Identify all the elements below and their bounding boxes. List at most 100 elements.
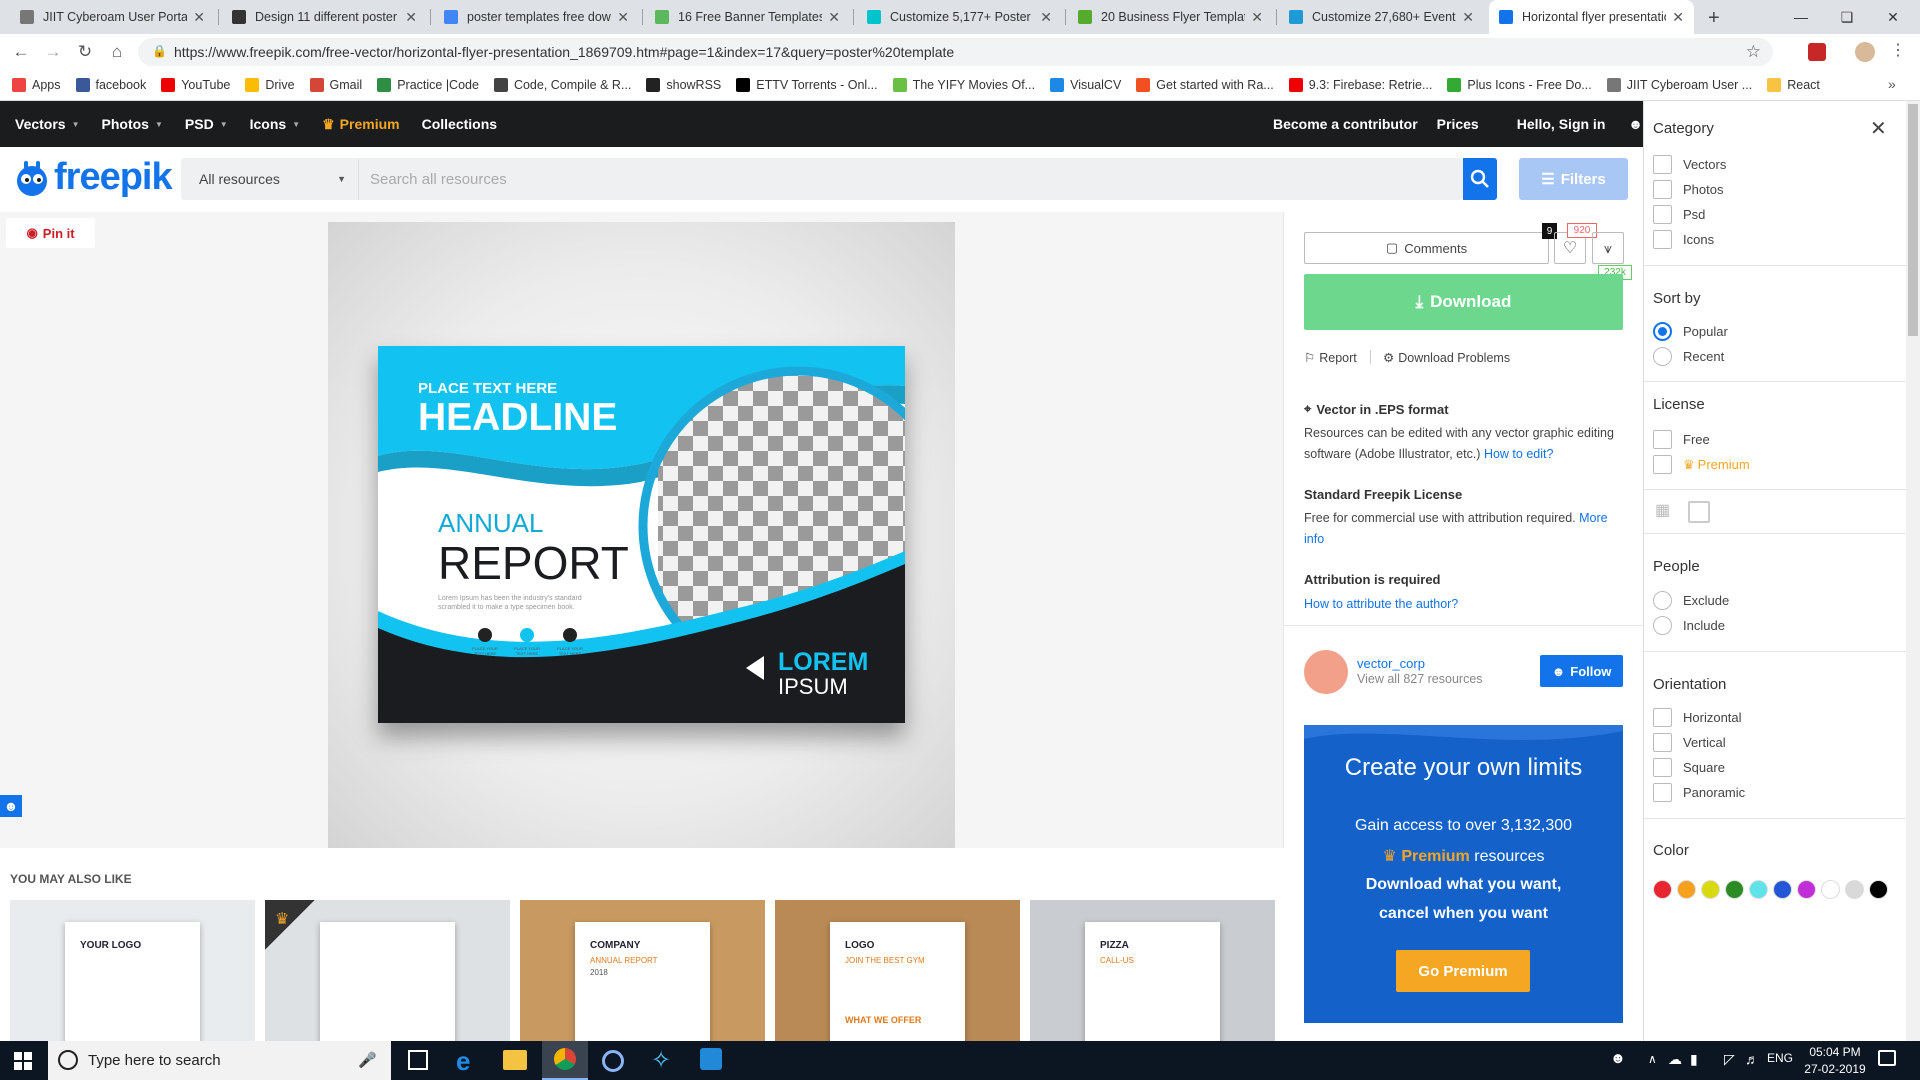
color-swatch[interactable] (1869, 880, 1888, 899)
xampp-icon[interactable]: ✧ (651, 1046, 671, 1075)
close-filters-icon[interactable]: ✕ (1870, 116, 1887, 141)
menu-kebab-icon[interactable]: ⋮ (1890, 40, 1906, 60)
bookmark-item[interactable]: YouTube (161, 78, 230, 92)
people-include[interactable]: Include (1653, 616, 1725, 635)
mosaic-view-icon[interactable] (1688, 501, 1710, 523)
color-swatch[interactable] (1773, 880, 1792, 899)
color-swatch[interactable] (1749, 880, 1768, 899)
vscode-icon[interactable] (700, 1048, 722, 1070)
bookmark-item[interactable]: Gmail (309, 78, 362, 92)
maximize-button[interactable]: ❏ (1824, 0, 1870, 34)
sort-recent[interactable]: Recent (1653, 347, 1724, 366)
orientation-panoramic[interactable]: Panoramic (1653, 783, 1745, 802)
filter-license-premium[interactable]: ♛ Premium (1653, 455, 1750, 474)
related-thumbnail[interactable]: ♛ (265, 900, 510, 1041)
tab-close-icon[interactable]: ✕ (617, 9, 629, 26)
address-bar[interactable]: 🔒 https://www.freepik.com/free-vector/ho… (138, 38, 1773, 66)
bookmark-item[interactable]: facebook (75, 78, 146, 92)
color-swatch[interactable] (1821, 880, 1840, 899)
follow-button[interactable]: ☻ Follow (1540, 655, 1623, 687)
tab-close-icon[interactable]: ✕ (1040, 9, 1052, 26)
pin-it-button[interactable]: ◉ Pin it (6, 218, 95, 248)
tab-close-icon[interactable]: ✕ (1672, 9, 1684, 26)
people-icon[interactable]: ☻ (1610, 1050, 1626, 1067)
bookmark-item[interactable]: React (1767, 78, 1820, 92)
nav-collections[interactable]: Collections (422, 116, 497, 132)
windows-start-icon[interactable] (14, 1052, 32, 1070)
tab-close-icon[interactable]: ✕ (828, 9, 840, 26)
volume-icon[interactable]: ♬ (1745, 1051, 1759, 1067)
freepik-logo[interactable]: freepik (10, 156, 173, 199)
reload-icon[interactable]: ↻ (70, 34, 100, 70)
people-exclude[interactable]: Exclude (1653, 591, 1729, 610)
prices-link[interactable]: Prices (1437, 116, 1479, 132)
edge-icon[interactable]: e (456, 1046, 470, 1077)
browser-tab[interactable]: poster templates free down ✕ (434, 0, 639, 34)
checkbox[interactable] (1653, 783, 1672, 802)
orientation-square[interactable]: Square (1653, 758, 1725, 777)
checkbox[interactable] (1653, 733, 1672, 752)
checkbox[interactable] (1653, 758, 1672, 777)
file-explorer-icon[interactable] (503, 1050, 527, 1070)
color-swatch[interactable] (1653, 880, 1672, 899)
bookmark-item[interactable]: JIIT Cyberoam User ... (1606, 78, 1752, 92)
minimize-button[interactable]: — (1778, 0, 1824, 34)
bookmark-star-icon[interactable]: ☆ (1746, 42, 1761, 62)
tab-close-icon[interactable]: ✕ (405, 9, 417, 26)
become-contributor-link[interactable]: Become a contributor (1273, 116, 1418, 132)
tab-close-icon[interactable]: ✕ (193, 9, 205, 26)
filter-category-psd[interactable]: Psd (1653, 205, 1705, 224)
close-window-button[interactable]: ✕ (1870, 0, 1916, 34)
download-problems-link[interactable]: ⚙ Download Problems (1383, 350, 1510, 366)
task-view-icon[interactable] (408, 1050, 428, 1070)
language-indicator[interactable]: ENG (1767, 1051, 1793, 1065)
related-thumbnail[interactable]: LOGO JOIN THE BEST GYM WHAT WE OFFER (775, 900, 1020, 1041)
checkbox[interactable] (1653, 230, 1672, 249)
go-premium-button[interactable]: Go Premium (1396, 950, 1530, 992)
browser-tab[interactable]: 16 Free Banner Templates & ✕ (645, 0, 850, 34)
checkbox[interactable] (1653, 155, 1672, 174)
checkbox[interactable] (1653, 205, 1672, 224)
more-bookmarks-icon[interactable]: » (1888, 76, 1896, 92)
filter-category-photos[interactable]: Photos (1653, 180, 1723, 199)
author-resources[interactable]: View all 827 resources (1357, 672, 1483, 686)
onedrive-icon[interactable]: ☁ (1668, 1051, 1682, 1068)
comments-button[interactable]: ▢ Comments (1304, 232, 1549, 264)
nav-photos[interactable]: Photos ▼ (102, 116, 163, 132)
bookmark-item[interactable]: Apps (12, 78, 61, 92)
feedback-user-icon[interactable]: ☻ (0, 795, 22, 817)
browser-tab[interactable]: 20 Business Flyer Templates ✕ (1068, 0, 1273, 34)
nav-icons[interactable]: Icons ▼ (250, 116, 301, 132)
bookmark-item[interactable]: Practice |Code (377, 78, 479, 92)
color-swatch[interactable] (1701, 880, 1720, 899)
report-link[interactable]: ⚐ Report (1304, 350, 1357, 366)
checkbox[interactable] (1653, 180, 1672, 199)
browser-tab[interactable]: Horizontal flyer presentatio ✕ (1489, 0, 1694, 34)
extension-icon[interactable] (1808, 43, 1826, 61)
search-button[interactable] (1463, 158, 1497, 200)
chrome-taskbar-item[interactable] (542, 1041, 588, 1080)
forward-icon[interactable]: → (38, 34, 68, 70)
bookmark-item[interactable]: Plus Icons - Free Do... (1447, 78, 1592, 92)
bookmark-item[interactable]: VisualCV (1050, 78, 1121, 92)
radio[interactable] (1653, 616, 1672, 635)
filter-category-icons[interactable]: Icons (1653, 230, 1714, 249)
radio-selected[interactable] (1653, 322, 1672, 341)
color-swatch[interactable] (1797, 880, 1816, 899)
checkbox[interactable] (1653, 708, 1672, 727)
clock-time[interactable]: 05:04 PM (1805, 1045, 1865, 1059)
author-avatar[interactable] (1304, 650, 1348, 694)
bookmark-item[interactable]: 9.3: Firebase: Retrie... (1288, 78, 1432, 92)
related-thumbnail[interactable]: COMPANY ANNUAL REPORT 2018 (520, 900, 765, 1041)
back-icon[interactable]: ← (6, 34, 36, 70)
download-button[interactable]: ⤓ Download (1304, 274, 1623, 330)
filters-button[interactable]: ☰ Filters (1519, 158, 1628, 200)
profile-avatar[interactable] (1855, 42, 1875, 62)
attribution-link[interactable]: How to attribute the author? (1304, 597, 1458, 611)
notifications-icon[interactable] (1878, 1050, 1896, 1066)
bookmark-item[interactable]: ETTV Torrents - Onl... (736, 78, 878, 92)
resource-type-select[interactable]: All resources ▼ (181, 158, 359, 200)
filter-category-vectors[interactable]: Vectors (1653, 155, 1726, 174)
color-swatch[interactable] (1677, 880, 1696, 899)
nav-psd[interactable]: PSD ▼ (185, 116, 228, 132)
